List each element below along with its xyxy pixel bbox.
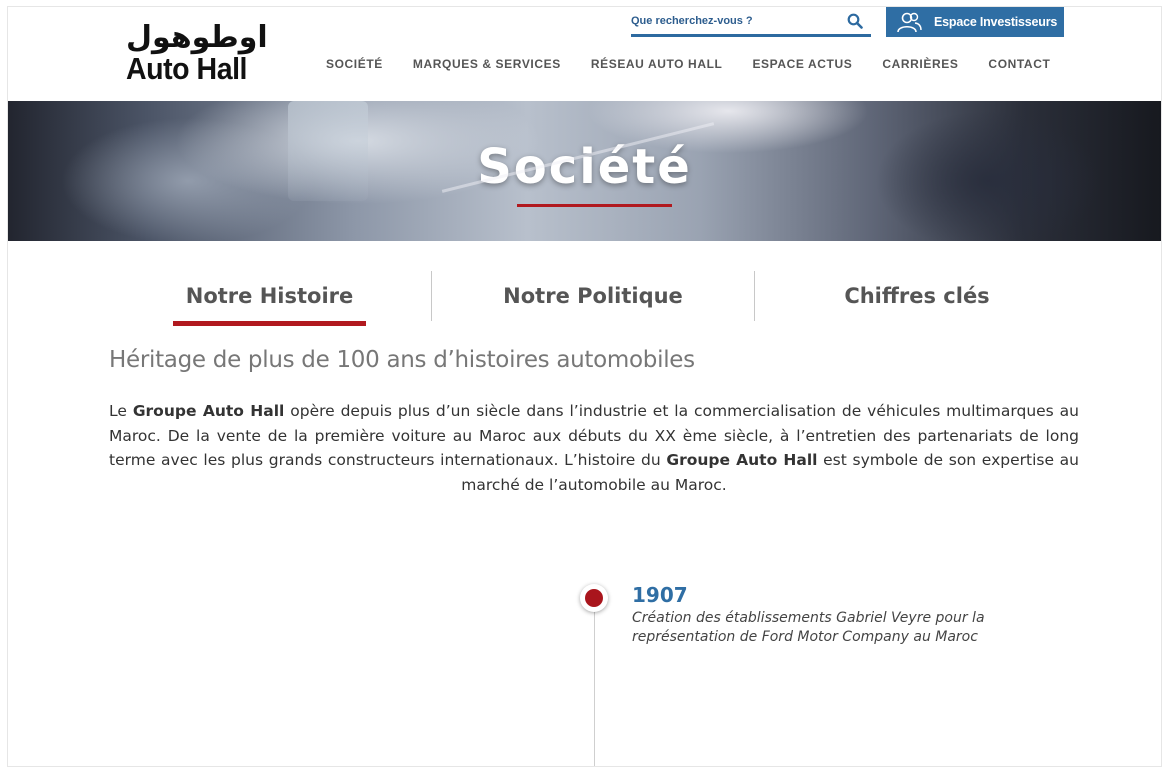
- hero-banner: Société: [8, 101, 1161, 241]
- auto-hall-logo[interactable]: اوطوهول Auto Hall: [124, 21, 269, 87]
- section-heading: Héritage de plus de 100 ans d’histoires …: [109, 347, 695, 373]
- nav-item-carrieres[interactable]: CARRIÈRES: [882, 57, 958, 71]
- section-tabs: Notre Histoire Notre Politique Chiffres …: [108, 271, 1080, 327]
- intro-bold: Groupe Auto Hall: [666, 451, 818, 469]
- title-underline: [517, 204, 672, 207]
- tab-notre-politique[interactable]: Notre Politique: [432, 271, 754, 321]
- nav-item-reseau[interactable]: RÉSEAU AUTO HALL: [591, 57, 723, 71]
- users-icon: [897, 12, 922, 33]
- search-box: [631, 9, 871, 37]
- nav-item-contact[interactable]: CONTACT: [988, 57, 1050, 71]
- timeline-description-line: représentation de Ford Motor Company au …: [632, 629, 978, 645]
- investor-space-label: Espace Investisseurs: [934, 15, 1058, 29]
- timeline-description-line: Création des établissements Gabriel Veyr…: [632, 610, 985, 626]
- timeline-description: Création des établissements Gabriel Veyr…: [632, 609, 1032, 647]
- timeline-marker: [580, 584, 608, 612]
- tab-notre-histoire[interactable]: Notre Histoire: [173, 271, 366, 321]
- page-title: Société: [477, 139, 692, 195]
- logo-arabic-text: اوطوهول: [126, 20, 269, 55]
- nav-item-marques-services[interactable]: MARQUES & SERVICES: [413, 57, 561, 71]
- intro-text: Le: [109, 402, 133, 420]
- logo-latin-text: Auto Hall: [126, 51, 248, 86]
- main-nav: SOCIÉTÉ MARQUES & SERVICES RÉSEAU AUTO H…: [326, 57, 1050, 71]
- nav-item-societe[interactable]: SOCIÉTÉ: [326, 57, 383, 71]
- active-tab-indicator: [173, 321, 366, 326]
- site-header: اوطوهول Auto Hall Espace Investisseurs S…: [8, 7, 1161, 101]
- page-frame: اوطوهول Auto Hall Espace Investisseurs S…: [7, 6, 1162, 767]
- timeline-line: [594, 609, 595, 766]
- search-input[interactable]: [631, 11, 831, 31]
- investor-space-button[interactable]: Espace Investisseurs: [886, 7, 1064, 37]
- timeline-year: 1907: [632, 583, 688, 607]
- search-icon[interactable]: [847, 13, 863, 29]
- tab-chiffres-cles[interactable]: Chiffres clés: [755, 271, 1079, 321]
- nav-item-espace-actus[interactable]: ESPACE ACTUS: [752, 57, 852, 71]
- intro-bold: Groupe Auto Hall: [132, 402, 285, 420]
- intro-paragraph: Le Groupe Auto Hall opère depuis plus d’…: [109, 399, 1079, 497]
